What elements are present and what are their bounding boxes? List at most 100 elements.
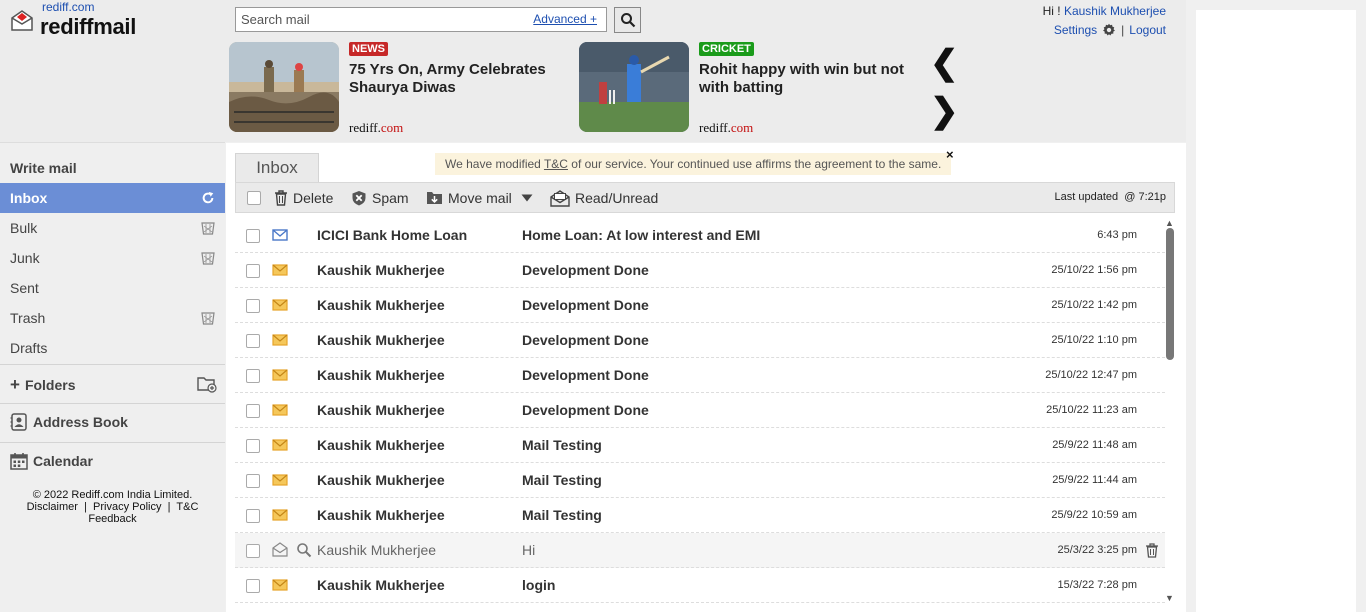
search-input[interactable]	[236, 8, 526, 31]
divider	[0, 442, 225, 443]
scroll-down-arrow-icon[interactable]: ▼	[1165, 593, 1174, 603]
news-card[interactable]: CRICKET Rohit happy with win but not wit…	[579, 42, 919, 135]
mail-subject[interactable]: Development Done	[522, 367, 649, 383]
mail-sender[interactable]: Kaushik Mukherjee	[317, 297, 445, 313]
sidebar-item-junk[interactable]: Junk	[0, 243, 225, 273]
delete-mail-trash-icon[interactable]	[1145, 543, 1159, 558]
news-thumbnail-image[interactable]	[229, 42, 339, 132]
close-notice-icon[interactable]: ×	[946, 147, 954, 162]
mail-list-scrollbar[interactable]: ▲ ▼	[1163, 218, 1177, 607]
delete-button[interactable]: Delete	[274, 183, 333, 212]
mail-subject[interactable]: Development Done	[522, 402, 649, 418]
sidebar-item-trash[interactable]: Trash	[0, 303, 225, 333]
empty-bulk-trash-icon[interactable]	[201, 221, 215, 235]
mail-subject[interactable]: Development Done	[522, 297, 649, 313]
mail-select-checkbox[interactable]	[246, 369, 260, 383]
mail-select-checkbox[interactable]	[246, 579, 260, 593]
mail-row[interactable]: Kaushik Mukherjee Development Done 25/10/2…	[235, 288, 1165, 323]
mail-sender[interactable]: Kaushik Mukherjee	[317, 332, 445, 348]
empty-trash-icon[interactable]	[201, 311, 215, 325]
mail-sender[interactable]: Kaushik Mukherjee	[317, 437, 445, 453]
mail-row[interactable]: Kaushik Mukherjee Development Done 25/10/2…	[235, 323, 1165, 358]
refresh-icon[interactable]	[201, 191, 215, 205]
move-mail-button[interactable]: Move mail	[426, 183, 533, 212]
logout-link[interactable]: Logout	[1129, 23, 1166, 37]
sidebar-item-label: Drafts	[10, 340, 48, 356]
mail-sender[interactable]: Kaushik Mukherjee	[317, 542, 436, 558]
mail-sender[interactable]: Kaushik Mukherjee	[317, 262, 445, 278]
news-headline[interactable]: Rohit happy with win but not with battin…	[699, 61, 914, 97]
mail-sender[interactable]: Kaushik Mukherjee	[317, 402, 445, 418]
mail-row[interactable]: Kaushik Mukherjee Development Done 25/10/2…	[235, 358, 1165, 393]
mail-select-checkbox[interactable]	[246, 264, 260, 278]
empty-junk-trash-icon[interactable]	[201, 251, 215, 265]
mail-subject[interactable]: Mail Testing	[522, 472, 602, 488]
checkbox[interactable]	[247, 190, 261, 205]
mail-select-checkbox[interactable]	[246, 229, 260, 243]
disclaimer-link[interactable]: Disclaimer	[27, 501, 78, 513]
sidebar-item-drafts[interactable]: Drafts	[0, 333, 225, 363]
gear-icon[interactable]	[1102, 23, 1116, 37]
mail-row[interactable]: Kaushik Mukherjee Mail Testing 25/9/22 11:…	[235, 428, 1165, 463]
calendar-link[interactable]: Calendar	[10, 452, 93, 470]
mail-row[interactable]: Kaushik Mukherjee Development Done 25/10/2…	[235, 253, 1165, 288]
mail-select-checkbox[interactable]	[246, 509, 260, 523]
mail-row[interactable]: ICICI Bank Home Loan Home Loan: At low in…	[235, 218, 1165, 253]
news-prev-arrow[interactable]: ❮	[930, 46, 959, 80]
spam-button[interactable]: Spam	[351, 183, 409, 212]
mail-select-checkbox[interactable]	[246, 439, 260, 453]
tc-notice-link[interactable]: T&C	[544, 157, 568, 171]
advanced-search-link[interactable]: Advanced +	[533, 12, 597, 26]
user-name-link[interactable]: Kaushik Mukherjee	[1064, 4, 1166, 18]
address-book-link[interactable]: Address Book	[10, 413, 128, 431]
sidebar-item-bulk[interactable]: Bulk	[0, 213, 225, 243]
mail-sender[interactable]: Kaushik Mukherjee	[317, 507, 445, 523]
news-headline[interactable]: 75 Yrs On, Army Celebrates Shaurya Diwas	[349, 61, 564, 97]
tc-link[interactable]: T&C	[176, 501, 198, 513]
mail-select-checkbox[interactable]	[246, 299, 260, 313]
folders-section[interactable]: + Folders	[10, 375, 217, 395]
mail-subject[interactable]: Development Done	[522, 262, 649, 278]
sidebar-item-inbox[interactable]: Inbox	[0, 183, 225, 213]
write-mail-link[interactable]: Write mail	[0, 153, 225, 183]
mail-sender[interactable]: Kaushik Mukherjee	[317, 472, 445, 488]
mail-subject[interactable]: login	[522, 577, 555, 593]
new-folder-icon[interactable]	[197, 375, 217, 393]
news-card[interactable]: NEWS 75 Yrs On, Army Celebrates Shaurya …	[229, 42, 569, 135]
mail-date: 25/10/22 11:23 am	[1046, 404, 1137, 416]
read-unread-label: Read/Unread	[575, 189, 659, 206]
news-next-arrow[interactable]: ❯	[930, 94, 959, 128]
mail-row[interactable]: Kaushik Mukherjee Development Done 25/10/2…	[235, 393, 1165, 428]
mail-row[interactable]: Kaushik Mukherjee login 15/3/22 7:28 pm	[235, 568, 1165, 603]
mail-subject[interactable]: Mail Testing	[522, 437, 602, 453]
select-all-checkbox[interactable]	[247, 183, 261, 212]
privacy-policy-link[interactable]: Privacy Policy	[93, 501, 161, 513]
search-icon[interactable]	[296, 542, 312, 558]
tab-inbox[interactable]: Inbox	[235, 153, 319, 183]
rediffmail-logo[interactable]: rediffmail	[40, 14, 136, 40]
mail-sender[interactable]: Kaushik Mukherjee	[317, 577, 445, 593]
mail-sender[interactable]: ICICI Bank Home Loan	[317, 227, 467, 243]
search-button[interactable]	[614, 7, 641, 33]
mail-row[interactable]: Kaushik Mukherjee Hi 25/3/22 3:25 pm	[235, 533, 1165, 568]
feedback-link[interactable]: Feedback	[0, 513, 225, 525]
settings-link[interactable]: Settings	[1054, 23, 1097, 37]
mail-select-checkbox[interactable]	[246, 404, 260, 418]
mail-subject[interactable]: Hi	[522, 542, 535, 558]
scrollbar-thumb[interactable]	[1166, 228, 1174, 360]
mail-subject[interactable]: Home Loan: At low interest and EMI	[522, 227, 760, 243]
sidebar-item-sent[interactable]: Sent	[0, 273, 225, 303]
mail-select-checkbox[interactable]	[246, 474, 260, 488]
rediff-home-link[interactable]: rediff.com	[42, 0, 94, 14]
read-unread-button[interactable]: Read/Unread	[550, 183, 658, 212]
mail-subject[interactable]: Mail Testing	[522, 507, 602, 523]
mail-row[interactable]: Kaushik Mukherjee Mail Testing 25/9/22 11:…	[235, 463, 1165, 498]
mail-row[interactable]: Kaushik Mukherjee Mail Testing 25/9/22 10:…	[235, 498, 1165, 533]
mail-date: 25/9/22 11:48 am	[1052, 439, 1137, 451]
mail-subject[interactable]: Development Done	[522, 332, 649, 348]
mail-select-checkbox[interactable]	[246, 334, 260, 348]
mail-sender[interactable]: Kaushik Mukherjee	[317, 367, 445, 383]
scroll-up-arrow-icon[interactable]: ▲	[1165, 218, 1174, 228]
cricket-thumbnail-image[interactable]	[579, 42, 689, 132]
mail-select-checkbox[interactable]	[246, 544, 260, 558]
